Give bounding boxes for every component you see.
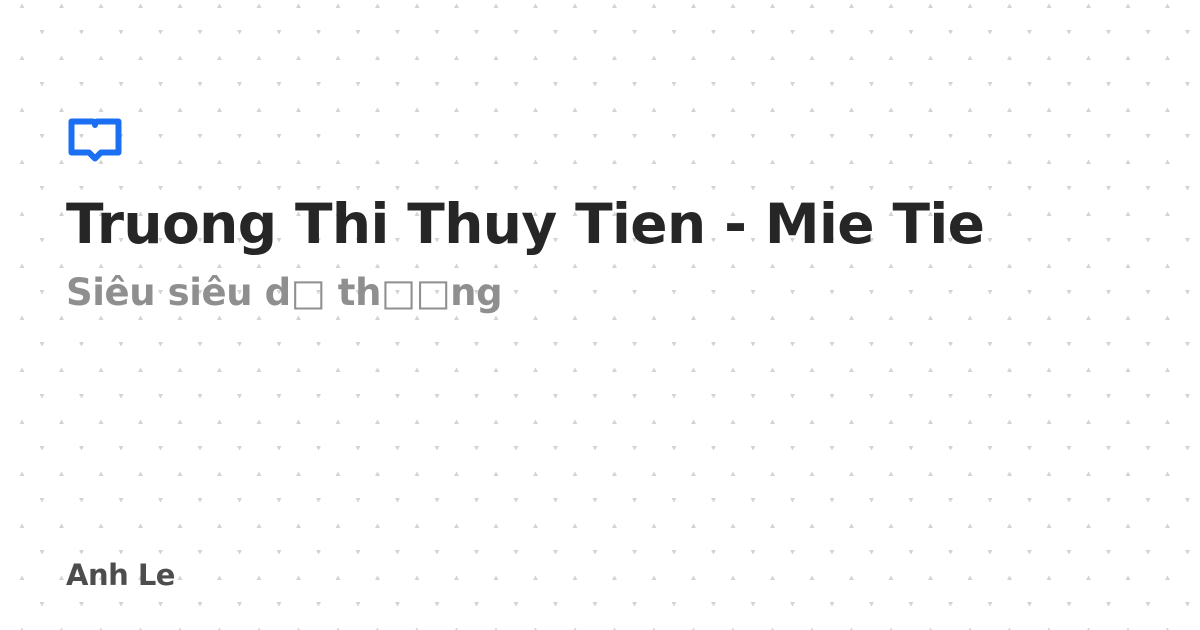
cover-card: Truong Thi Thuy Tien - Mie Tie Siêu siêu… xyxy=(0,0,1200,630)
author-name: Anh Le xyxy=(66,558,175,592)
open-book-icon xyxy=(68,118,122,162)
page-subtitle: Siêu siêu d□ th□□ng xyxy=(66,271,503,314)
page-title: Truong Thi Thuy Tien - Mie Tie xyxy=(66,192,985,256)
